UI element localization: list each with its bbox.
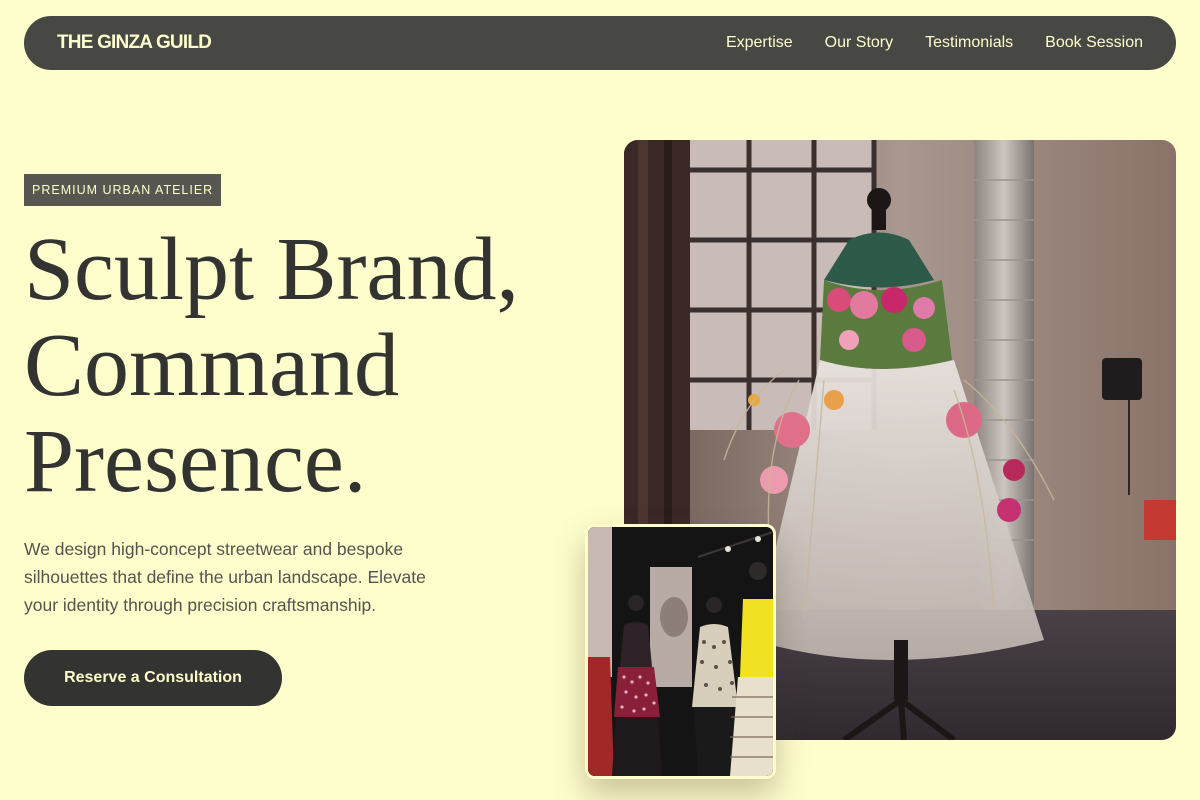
nav-link-testimonials[interactable]: Testimonials <box>925 34 1013 52</box>
inset-photo-boutique-mannequins <box>585 524 776 779</box>
nav-link-expertise[interactable]: Expertise <box>726 34 793 52</box>
hero-badge: PREMIUM URBAN ATELIER <box>24 174 222 206</box>
brand-logo[interactable]: THE GINZA GUILD <box>57 32 212 54</box>
hero-headline: Sculpt Brand, Command Presence. <box>24 222 604 510</box>
headline-line-1: Sculpt Brand, <box>24 220 519 319</box>
nav-link-book-session[interactable]: Book Session <box>1045 34 1143 52</box>
hero-description: We design high-concept streetwear and be… <box>24 539 426 615</box>
headline-line-2: Command <box>24 316 399 415</box>
boutique-mannequins-illustration <box>588 527 773 776</box>
nav-links: Expertise Our Story Testimonials Book Se… <box>726 34 1143 52</box>
top-nav: THE GINZA GUILD Expertise Our Story Test… <box>24 16 1176 70</box>
reserve-consultation-button[interactable]: Reserve a Consultation <box>24 650 282 706</box>
headline-line-3: Presence. <box>24 412 367 511</box>
nav-link-our-story[interactable]: Our Story <box>825 34 893 52</box>
